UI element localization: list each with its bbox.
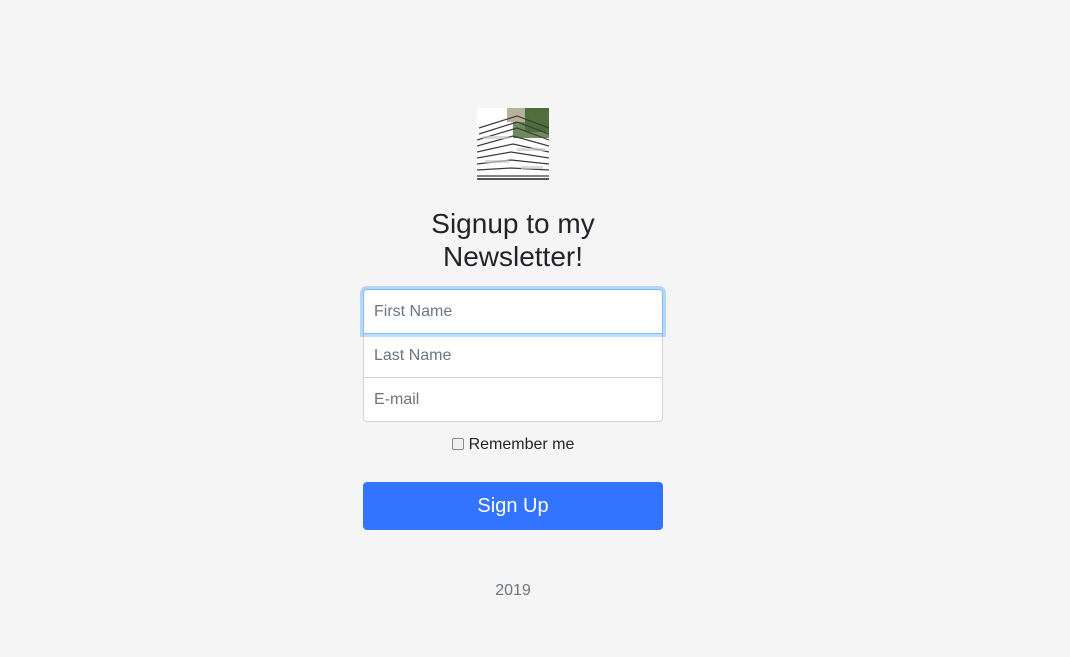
title-line-2: Newsletter! [442, 241, 584, 272]
signup-form: Signup to my Newsletter! Remember me Sig… [363, 108, 663, 600]
last-name-input[interactable] [363, 333, 663, 378]
title-line-1: Signup to my [431, 208, 595, 239]
footer-year: 2019 [495, 582, 531, 599]
newspaper-stack-icon [477, 108, 549, 180]
remember-me-checkbox[interactable] [451, 438, 464, 450]
remember-me-row: Remember me [363, 435, 663, 455]
remember-me-label[interactable]: Remember me [469, 436, 575, 454]
page-title: Signup to my Newsletter! [363, 207, 663, 273]
first-name-input[interactable] [363, 289, 663, 334]
sign-up-button[interactable]: Sign Up [363, 482, 663, 530]
input-group [363, 289, 663, 422]
email-input[interactable] [363, 377, 663, 422]
